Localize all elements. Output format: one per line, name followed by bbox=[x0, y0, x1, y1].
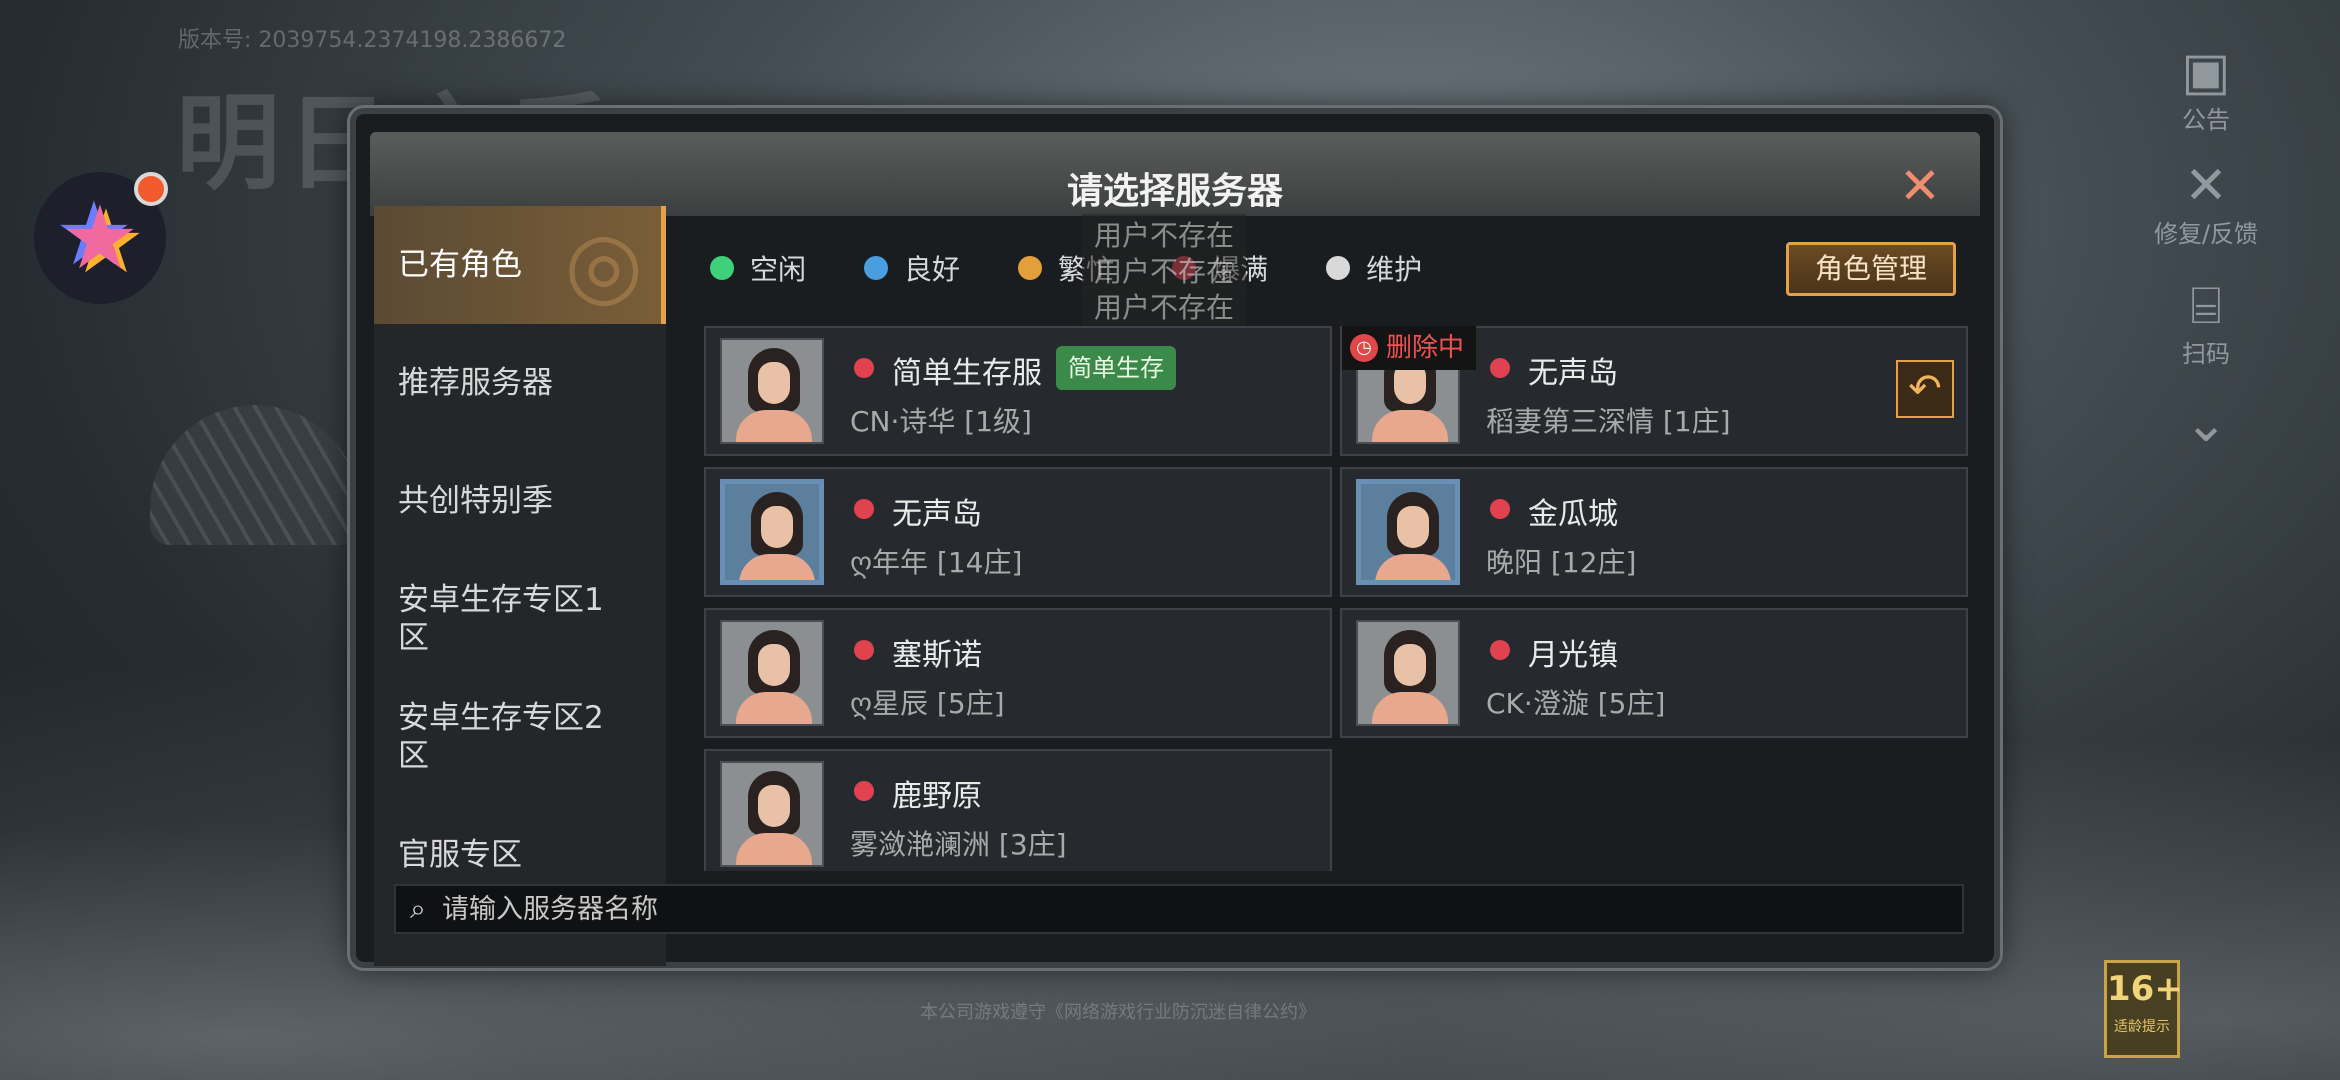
wrench-icon: ✕ bbox=[2184, 156, 2228, 216]
age-rating-badge: 16+ 适龄提示 bbox=[2104, 960, 2183, 1058]
server-card[interactable]: 无声岛 稻妻第三深情 [1庄] ◷ 删除中 ↶ bbox=[1340, 326, 1968, 456]
server-name: 无声岛 bbox=[1528, 356, 1618, 391]
age-rating-label: 适龄提示 bbox=[2114, 1019, 2170, 1035]
tab-label: 共创特别季 bbox=[398, 483, 553, 519]
legend-maintenance: 维护 bbox=[1326, 248, 1422, 288]
scan-button[interactable]: ⌸ 扫码 bbox=[2146, 278, 2266, 369]
server-name: 无声岛 bbox=[892, 497, 982, 532]
fingerprint-icon: ◎ bbox=[564, 212, 643, 317]
server-list-panel: 空闲 良好 繁忙 爆满 维护 用户不存在 用户不存在 用户不存在 角色管理 简单… bbox=[672, 206, 1976, 966]
tab-existing-roles[interactable]: 已有角色 ◎ bbox=[374, 206, 666, 324]
server-category-sidebar: 已有角色 ◎ 推荐服务器 共创特别季 安卓生存专区1区 安卓生存专区2区 官服专… bbox=[374, 206, 666, 966]
avatar bbox=[720, 338, 824, 444]
tab-label: 安卓生存专区2区 bbox=[398, 700, 604, 774]
search-icon: ⌕ bbox=[410, 892, 426, 925]
role-info: ღ年年 [14庄] bbox=[850, 546, 1023, 579]
status-full-icon bbox=[854, 781, 874, 801]
avatar bbox=[720, 620, 824, 726]
legend-label: 维护 bbox=[1366, 253, 1423, 286]
clock-icon: ◷ bbox=[1350, 334, 1378, 362]
server-card[interactable]: 鹿野原 雾潋滟澜洲 [3庄] bbox=[704, 749, 1332, 871]
server-name: 塞斯诺 bbox=[892, 638, 982, 673]
tab-label: 官服专区 bbox=[398, 837, 522, 873]
server-select-dialog: 请选择服务器 ✕ 已有角色 ◎ 推荐服务器 共创特别季 安卓生存专区1区 安卓生… bbox=[350, 108, 2000, 968]
server-card[interactable]: 无声岛 ღ年年 [14庄] bbox=[704, 467, 1332, 597]
server-name: 月光镇 bbox=[1528, 638, 1618, 673]
notice-button[interactable]: ▣ 公告 bbox=[2146, 44, 2266, 135]
tab-recommended-servers[interactable]: 推荐服务器 bbox=[374, 324, 666, 442]
status-full-icon bbox=[854, 640, 874, 660]
repair-feedback-button[interactable]: ✕ 修复/反馈 bbox=[2146, 158, 2266, 249]
toast-message: 用户不存在 bbox=[1082, 286, 1247, 326]
avatar bbox=[1356, 479, 1460, 585]
toast-message: 用户不存在 bbox=[1082, 214, 1247, 254]
role-info: 晚阳 [12庄] bbox=[1486, 546, 1637, 579]
deleting-badge: ◷ 删除中 bbox=[1342, 326, 1477, 370]
background-dome bbox=[150, 405, 360, 545]
role-manage-button[interactable]: 角色管理 bbox=[1786, 242, 1956, 296]
role-info: CK·澄漩 [5庄] bbox=[1486, 687, 1666, 720]
footer-note: 本公司游戏遵守《网络游戏行业防沉迷自律公约》 bbox=[920, 1002, 1316, 1023]
undo-icon: ↶ bbox=[1908, 366, 1942, 412]
server-search-bar[interactable]: ⌕ bbox=[394, 884, 1964, 934]
dialog-header: 请选择服务器 ✕ bbox=[370, 132, 1980, 216]
tab-label: 安卓生存专区1区 bbox=[398, 582, 604, 656]
server-mode-tag: 简单生存 bbox=[1056, 346, 1176, 390]
version-text: 版本号: 2039754.2374198.2386672 bbox=[178, 28, 567, 53]
star-app-icon: ★ bbox=[60, 186, 140, 289]
role-info: 雾潋滟澜洲 [3庄] bbox=[850, 828, 1067, 861]
role-info: ღ星辰 [5庄] bbox=[850, 687, 1005, 720]
status-full-icon bbox=[854, 499, 874, 519]
status-dot-icon bbox=[1018, 256, 1043, 280]
repair-label: 修复/反馈 bbox=[2153, 220, 2259, 248]
legend-label: 空闲 bbox=[750, 253, 807, 286]
chevron-down-icon: ⌄ bbox=[2184, 394, 2228, 454]
scan-label: 扫码 bbox=[2182, 340, 2230, 368]
server-name: 简单生存服 bbox=[892, 356, 1042, 391]
tab-android-zone-1[interactable]: 安卓生存专区1区 bbox=[374, 560, 604, 678]
status-full-icon bbox=[854, 358, 874, 378]
expand-button[interactable]: ⌄ bbox=[2146, 396, 2266, 452]
status-full-icon bbox=[1490, 358, 1510, 378]
server-card-grid: 简单生存服 简单生存 CN·诗华 [1级] 无声岛 稻妻第三深情 [1庄] ◷ … bbox=[704, 326, 1969, 871]
status-full-icon bbox=[1490, 640, 1510, 660]
floating-app-bubble[interactable]: ★ bbox=[34, 172, 168, 304]
tab-label: 已有角色 bbox=[398, 247, 522, 283]
server-name: 金瓜城 bbox=[1528, 497, 1618, 532]
server-card[interactable]: 金瓜城 晚阳 [12庄] bbox=[1340, 467, 1968, 597]
server-card[interactable]: 简单生存服 简单生存 CN·诗华 [1级] bbox=[704, 326, 1332, 456]
restore-button[interactable]: ↶ bbox=[1896, 360, 1954, 418]
toast-message: 用户不存在 bbox=[1082, 250, 1247, 290]
scan-icon: ⌸ bbox=[2190, 276, 2222, 336]
deleting-label: 删除中 bbox=[1386, 333, 1465, 363]
server-name: 鹿野原 bbox=[892, 779, 982, 814]
legend-idle: 空闲 bbox=[710, 248, 806, 288]
tab-android-zone-2[interactable]: 安卓生存专区2区 bbox=[374, 678, 604, 796]
status-dot-icon bbox=[710, 256, 734, 280]
age-rating-value: 16+ bbox=[2107, 969, 2183, 1009]
tab-label: 推荐服务器 bbox=[398, 365, 553, 401]
avatar bbox=[720, 479, 824, 585]
notification-dot bbox=[134, 172, 168, 206]
notice-label: 公告 bbox=[2182, 106, 2230, 134]
avatar bbox=[1356, 620, 1460, 726]
avatar bbox=[720, 761, 824, 867]
server-card[interactable]: 塞斯诺 ღ星辰 [5庄] bbox=[704, 608, 1332, 738]
role-info: CN·诗华 [1级] bbox=[850, 405, 1032, 438]
legend-good: 良好 bbox=[864, 248, 960, 288]
notice-icon: ▣ bbox=[2181, 42, 2231, 102]
status-full-icon bbox=[1490, 499, 1510, 519]
server-card[interactable]: 月光镇 CK·澄漩 [5庄] bbox=[1340, 608, 1968, 738]
status-dot-icon bbox=[864, 256, 889, 280]
legend-label: 良好 bbox=[904, 253, 961, 286]
role-info: 稻妻第三深情 [1庄] bbox=[1486, 405, 1731, 438]
server-search-input[interactable] bbox=[440, 892, 1962, 926]
status-dot-icon bbox=[1326, 256, 1351, 280]
tab-co-creation-season[interactable]: 共创特别季 bbox=[374, 442, 666, 560]
